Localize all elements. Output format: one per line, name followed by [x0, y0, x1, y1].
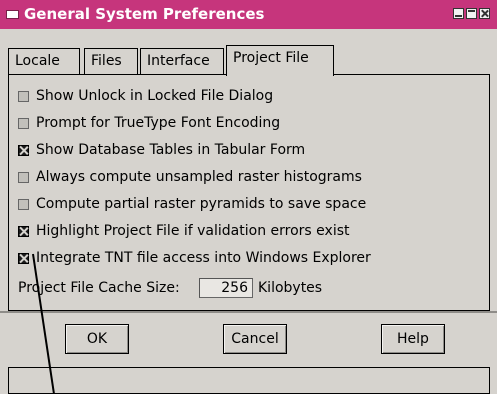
checkbox-checked[interactable] [18, 145, 29, 156]
tab-project-file[interactable]: Project File [226, 45, 334, 76]
tab-interface[interactable]: Interface [140, 48, 224, 74]
status-area [8, 367, 490, 394]
window-title: General System Preferences [24, 5, 265, 23]
checkbox[interactable] [18, 91, 29, 102]
option-label: Show Database Tables in Tabular Form [36, 142, 306, 158]
project-file-panel [8, 74, 490, 311]
option-label: Integrate TNT file access into Windows E… [36, 250, 371, 266]
option-label: Compute partial raster pyramids to save … [36, 196, 367, 212]
cancel-button[interactable]: Cancel [223, 324, 287, 354]
cache-size-units: Kilobytes [258, 280, 323, 296]
maximize-icon[interactable] [466, 8, 477, 19]
checkbox[interactable] [18, 118, 29, 129]
tab-locale[interactable]: Locale [8, 48, 80, 74]
cache-size-input[interactable]: 256 [199, 278, 253, 298]
checkbox[interactable] [18, 172, 29, 183]
cache-size-label: Project File Cache Size: [18, 280, 180, 296]
help-button[interactable]: Help [381, 324, 445, 354]
system-menu-icon[interactable] [6, 10, 19, 19]
option-label: Prompt for TrueType Font Encoding [36, 115, 281, 131]
ok-button[interactable]: OK [65, 324, 129, 354]
minimize-icon[interactable] [453, 8, 464, 19]
checkbox-checked[interactable] [18, 226, 29, 237]
title-bar[interactable]: General System Preferences [0, 0, 497, 29]
option-label: Highlight Project File if validation err… [36, 223, 350, 239]
divider [0, 311, 497, 313]
preferences-dialog: General System Preferences Locale Files … [0, 0, 497, 394]
tab-files[interactable]: Files [84, 48, 138, 74]
checkbox[interactable] [18, 199, 29, 210]
close-icon[interactable] [479, 8, 490, 19]
option-label: Always compute unsampled raster histogra… [36, 169, 362, 185]
checkbox-checked[interactable] [18, 253, 29, 264]
option-label: Show Unlock in Locked File Dialog [36, 88, 274, 104]
